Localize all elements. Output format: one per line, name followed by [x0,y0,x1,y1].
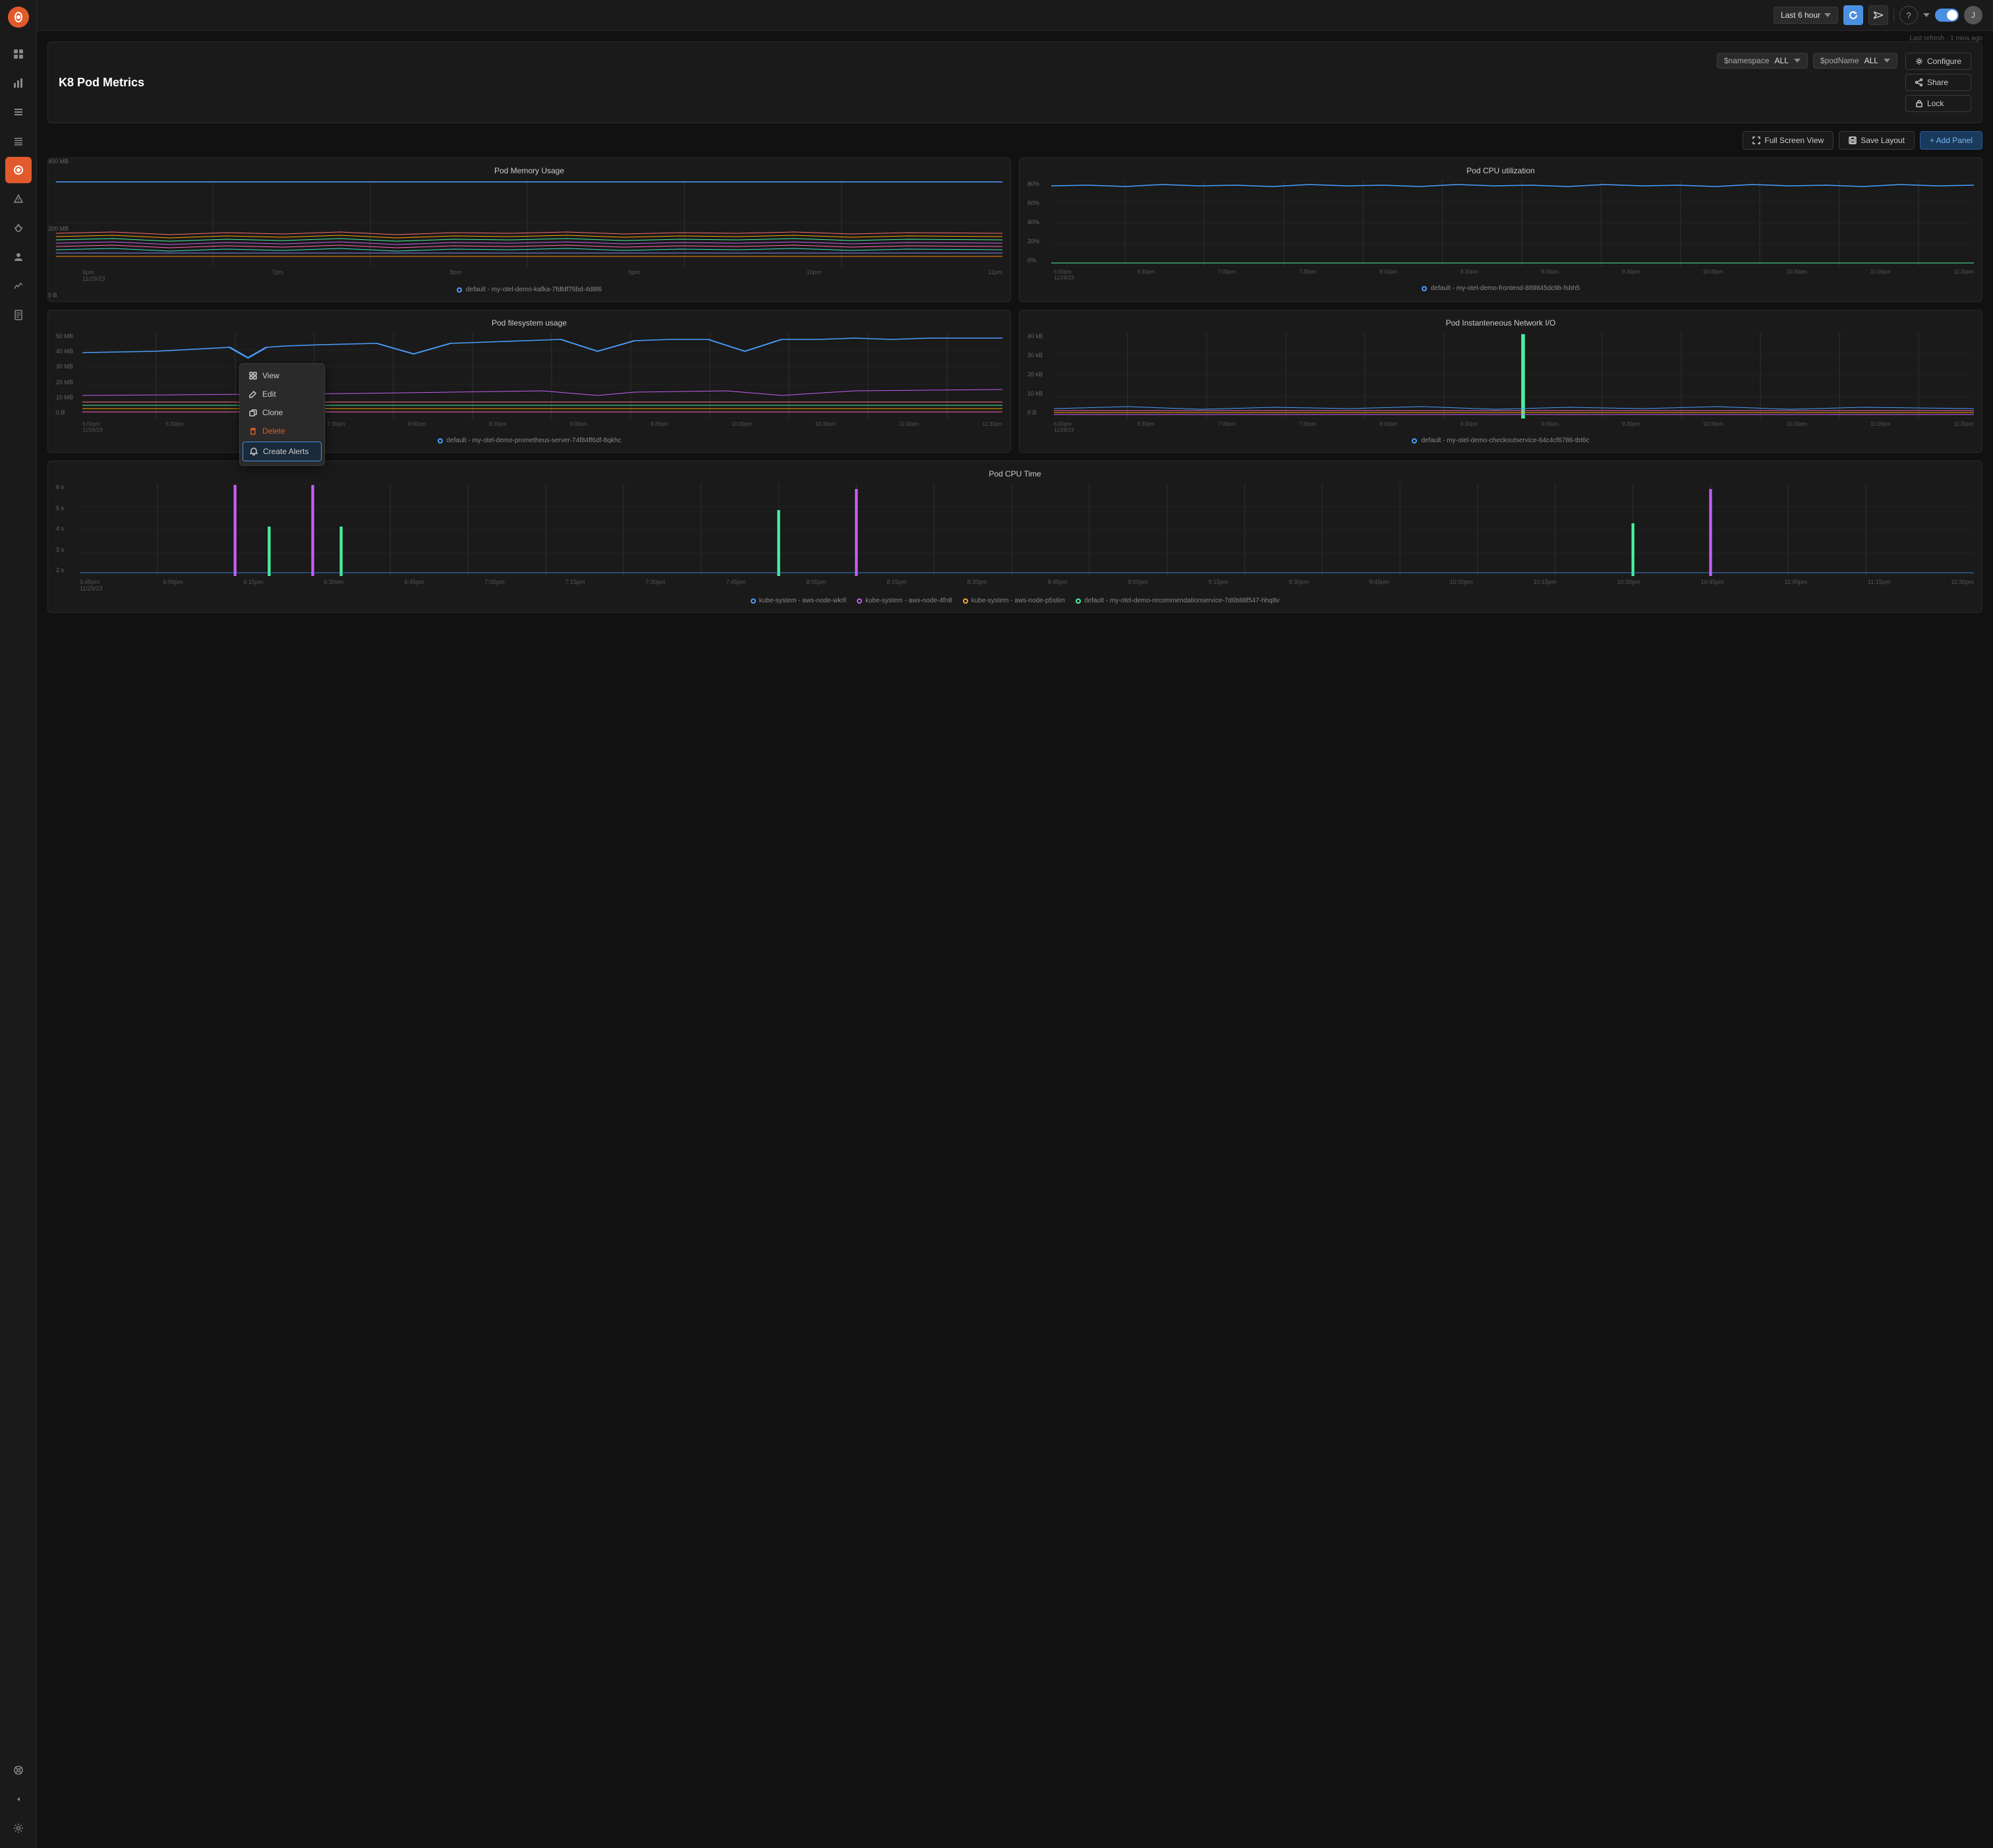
sidebar-item-chart[interactable] [5,273,32,299]
chart-title-memory: Pod Memory Usage [56,166,1002,175]
brand-logo[interactable] [7,5,30,29]
refresh-button[interactable] [1843,5,1863,25]
podname-label: $podName [1820,56,1859,65]
sidebar-item-incidents[interactable] [5,186,32,212]
legend-filesystem: default - my-otel-demo-prometheus-server… [56,437,1002,444]
podname-value: ALL [1864,56,1878,65]
time-picker[interactable]: Last 6 hour [1774,7,1838,24]
pod-cpu-chart: Pod CPU utilization 80%60%40%20%0% [1019,158,1982,302]
context-delete[interactable]: Delete [240,422,324,440]
content-area: K8 Pod Metrics $namespace ALL $podName A… [37,31,1993,1848]
x-labels-memory: 6pm11/29/237pm8pm9pm10pm11pm [56,269,1002,282]
pod-filesystem-chart: Pod filesystem usage 50 MB40 MB30 MB20 M… [47,310,1011,453]
legend-cpu: default - my-otel-demo-frontend-869845dc… [1027,285,1974,292]
dashboard-actions: Configure Share Lock [1905,53,1971,112]
x-labels-cpu: 6:00pm11/29/236:30pm7:00pm7:30pm8:00pm8:… [1027,269,1974,281]
chart-title-network: Pod Instanteneous Network I/O [1027,318,1974,328]
context-menu: View Edit Clone Delete [239,363,325,466]
legend-network: default - my-otel-demo-checkoutservice-6… [1027,437,1974,444]
pod-network-chart: Pod Instanteneous Network I/O 40 kB30 kB… [1019,310,1982,453]
chart-title-cpu: Pod CPU utilization [1027,166,1974,175]
sidebar-item-support[interactable] [5,1757,32,1783]
main-content: Last 6 hour ? J Last refresh · 1 mins ag… [37,0,1993,1848]
filter-bar: $namespace ALL $podName ALL [1717,53,1897,69]
share-button[interactable]: Share [1905,74,1971,91]
context-edit[interactable]: Edit [240,385,324,403]
legend-memory: default - my-otel-demo-kafka-7fdfdf76bd-… [56,286,1002,293]
sidebar-item-bugs[interactable] [5,215,32,241]
user-avatar[interactable]: J [1964,6,1982,24]
time-picker-label: Last 6 hour [1781,11,1820,20]
context-create-alerts[interactable]: Create Alerts [243,442,322,461]
help-button[interactable]: ? [1899,6,1918,24]
theme-toggle[interactable] [1935,9,1959,22]
sidebar-item-reports[interactable] [5,302,32,328]
chart-title-filesystem: Pod filesystem usage [56,318,1002,328]
settings-header-button[interactable] [1868,5,1888,25]
toolbar: Full Screen View Save Layout + Add Panel [47,131,1982,150]
dashboard-title: K8 Pod Metrics [59,76,144,90]
add-panel-button[interactable]: + Add Panel [1920,131,1982,150]
sidebar-item-dashboard[interactable] [5,41,32,67]
charts-grid: Pod Memory Usage 400 MB200 MB0 B [47,158,1982,453]
x-labels-cpu-time: 5:45pm11/29/236:00pm6:15pm6:30pm6:45pm7:… [56,579,1974,592]
fullscreen-button[interactable]: Full Screen View [1743,131,1834,150]
sidebar-item-list[interactable] [5,128,32,154]
sidebar-item-person[interactable] [5,244,32,270]
sidebar-item-alerts[interactable] [5,157,32,183]
sidebar-item-settings[interactable] [5,1815,32,1841]
podname-filter[interactable]: $podName ALL [1813,53,1897,69]
sidebar-item-metrics[interactable] [5,70,32,96]
x-labels-filesystem: 6:00pm11/29/236:30pm7:00pm7:30pm8:00pm8:… [56,421,1002,433]
configure-button[interactable]: Configure [1905,53,1971,70]
sidebar-item-menu[interactable] [5,99,32,125]
chart-title-cpu-time: Pod CPU Time [56,469,1974,478]
dashboard-header: K8 Pod Metrics $namespace ALL $podName A… [47,42,1982,123]
context-clone[interactable]: Clone [240,403,324,422]
pod-cpu-time-chart: Pod CPU Time 6 s5 s4 s3 s2 s [47,461,1982,613]
top-bar: Last 6 hour ? J Last refresh · 1 mins ag… [37,0,1993,31]
sidebar-item-expand[interactable] [5,1786,32,1812]
namespace-label: $namespace [1724,56,1770,65]
logo-icon [8,7,29,28]
legend-cpu-time: kube-system - aws-node-wkrll kube-system… [56,597,1974,604]
lock-button[interactable]: Lock [1905,95,1971,112]
context-view[interactable]: View [240,366,324,385]
namespace-value: ALL [1775,56,1789,65]
sidebar [0,0,37,1848]
save-layout-button[interactable]: Save Layout [1839,131,1915,150]
pod-memory-chart: Pod Memory Usage 400 MB200 MB0 B [47,158,1011,302]
namespace-filter[interactable]: $namespace ALL [1717,53,1808,69]
x-labels-network: 6:00pm11/29/236:30pm7:00pm7:30pm8:00pm8:… [1027,421,1974,433]
